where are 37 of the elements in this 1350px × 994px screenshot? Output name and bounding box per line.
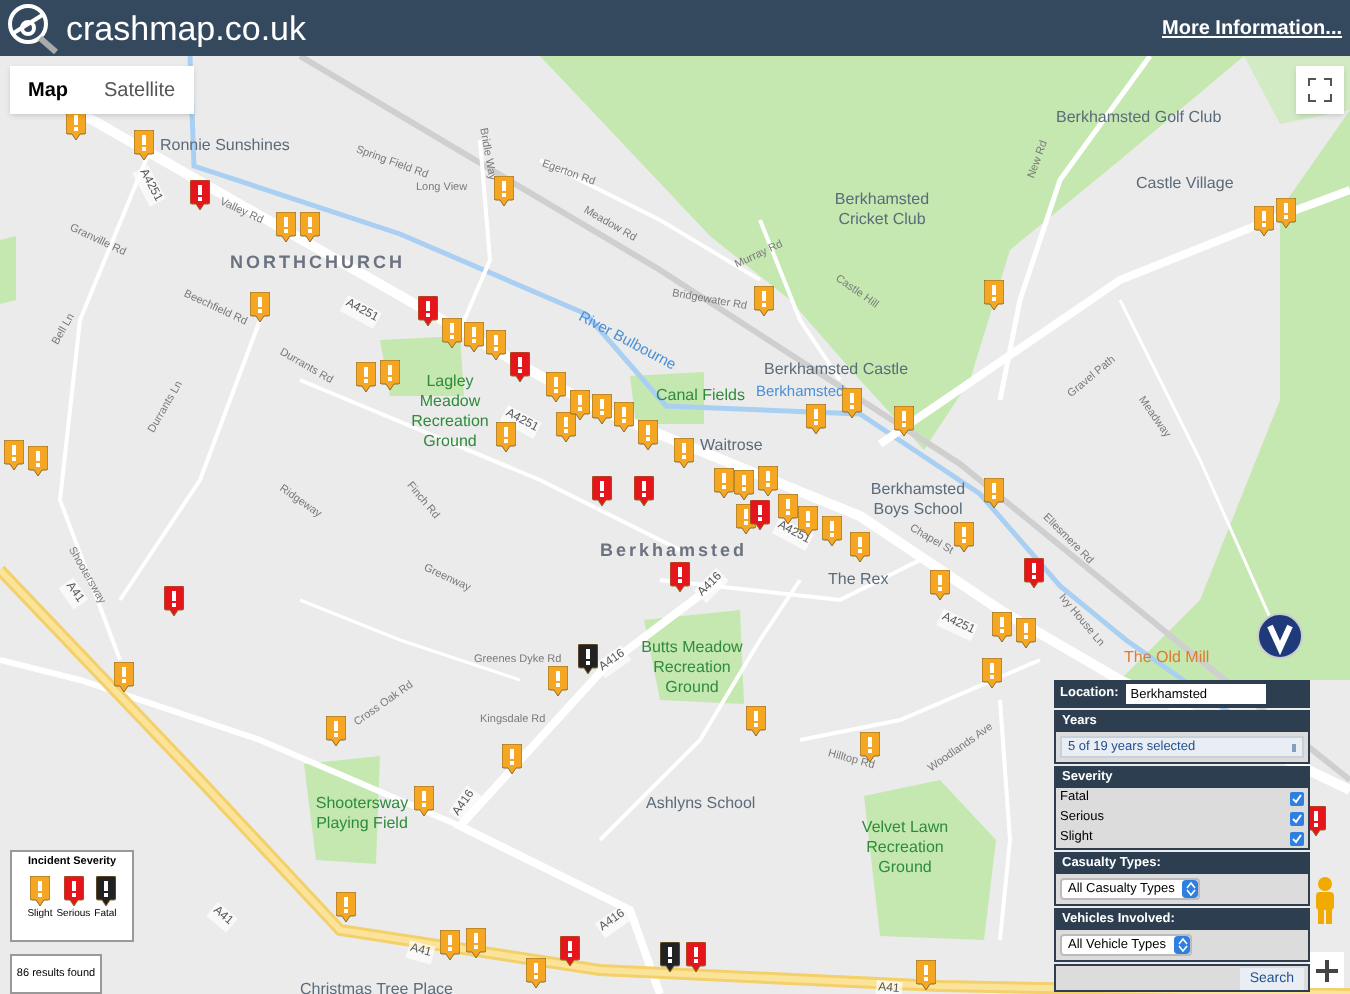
magnifier-icon [4,2,60,54]
place-label: Christmas Tree Place [300,980,453,994]
more-information-link[interactable]: More Information... [1162,13,1342,43]
place-label: Berkhamsted Cricket Club [832,190,932,230]
zoom-in-button[interactable] [1308,952,1344,988]
v-logo-icon[interactable] [1256,612,1304,660]
fullscreen-button[interactable] [1296,66,1344,114]
severity-checkbox[interactable] [1290,831,1304,845]
site-name: crashmap.co.uk [66,11,306,45]
warning-pin-icon [95,875,116,905]
place-label: Berkhamsted Boys School [868,480,968,520]
place-label: Berkhamsted Castle [764,360,909,380]
severity-checkbox[interactable] [1290,791,1304,805]
fullscreen-icon [1308,78,1332,102]
park-label: Shootersway Playing Field [313,794,411,834]
place-label: Castle Village [1136,174,1234,194]
park-label: Butts Meadow Recreation Ground [640,638,744,698]
park-label: Lagley Meadow Recreation Ground [409,372,491,452]
warning-pin-icon[interactable] [578,644,598,674]
plus-icon [1315,959,1337,981]
place-label: Waitrose [700,436,763,456]
map-type-tab[interactable]: Map [10,66,86,114]
up-down-arrows-icon [1177,938,1188,952]
map-type-tab[interactable]: Satellite [86,66,194,114]
place-label: The Old Mill [1124,646,1210,670]
up-down-arrows-icon [1185,882,1196,896]
place-label: The Rex [828,570,889,590]
place-label: Ashlyns School [646,794,756,814]
warning-pin-icon [63,875,84,905]
warning-pin-icon[interactable] [660,942,680,972]
severity-checkbox[interactable] [1290,811,1304,825]
place-label: Berkhamsted [600,538,748,564]
park-label: Velvet Lawn Recreation Ground [859,818,951,878]
place-label: Ronnie Sunshines [160,136,290,156]
place-label: NORTHCHURCH [230,250,405,276]
warning-pin-icon [29,875,50,905]
park-label: Canal Fields [656,386,745,406]
